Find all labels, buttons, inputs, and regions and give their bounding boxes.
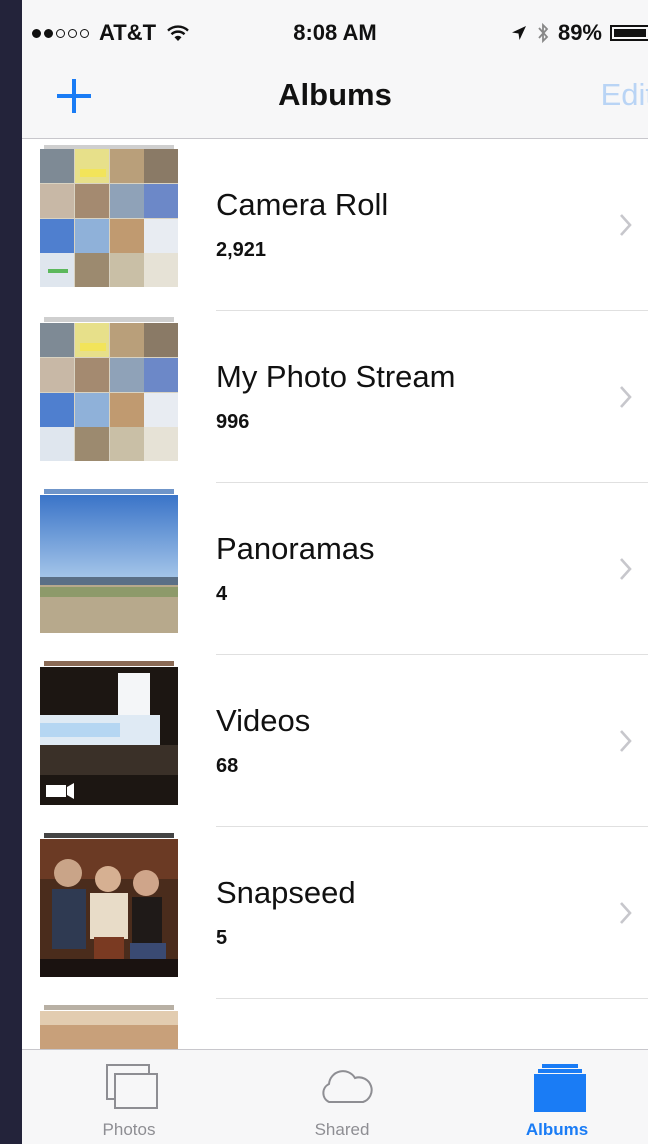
- photos-icon: [106, 1064, 158, 1109]
- album-count: 2,921: [216, 239, 267, 261]
- album-row-camera-roll[interactable]: Camera Roll 2,921: [22, 139, 648, 311]
- album-thumbnail: [40, 667, 178, 805]
- bluetooth-icon: [538, 22, 549, 44]
- album-title: Snapseed: [216, 875, 356, 910]
- battery-percent: 89%: [557, 20, 602, 45]
- album-count: 996: [216, 411, 250, 433]
- album-thumbnail: [40, 495, 178, 633]
- album-title: My Photo Stream: [216, 359, 456, 394]
- tab-label: Photos: [102, 1120, 156, 1139]
- tab-albums[interactable]: Albums: [487, 1050, 627, 1144]
- status-bar: AT&T 8:08 AM 89%: [22, 0, 648, 62]
- chevron-right-icon: [620, 558, 632, 580]
- album-count: 4: [216, 583, 228, 605]
- cloud-icon: [322, 1070, 373, 1103]
- album-title: Panoramas: [216, 531, 375, 566]
- tab-bar: Photos Shared Albums: [22, 1049, 648, 1144]
- tab-label: Albums: [525, 1120, 589, 1139]
- album-row-videos[interactable]: Videos 68: [22, 655, 648, 827]
- chevron-right-icon: [620, 386, 632, 408]
- chevron-right-icon: [620, 730, 632, 752]
- album-title: Videos: [216, 703, 311, 738]
- phone-screen: AT&T 8:08 AM 89% Albums Edit: [22, 0, 648, 1144]
- album-thumbnail: [40, 323, 178, 461]
- tab-label: Shared: [314, 1120, 370, 1139]
- navigation-bar: Albums Edit: [22, 62, 648, 139]
- chevron-right-icon: [620, 902, 632, 924]
- album-thumbnail: [40, 149, 178, 287]
- tab-photos[interactable]: Photos: [59, 1050, 199, 1144]
- album-title: Camera Roll: [216, 187, 389, 222]
- location-arrow-icon: [511, 26, 526, 40]
- edit-button[interactable]: Edit: [601, 77, 648, 113]
- album-row-my-photo-stream[interactable]: My Photo Stream 996: [22, 311, 648, 483]
- album-row-panoramas[interactable]: Panoramas 4: [22, 483, 648, 655]
- album-count: 5: [216, 927, 228, 949]
- albums-icon: [534, 1064, 586, 1112]
- page-title: Albums: [278, 77, 392, 112]
- battery-icon: [610, 25, 648, 41]
- chevron-right-icon: [620, 214, 632, 236]
- album-thumbnail: [40, 839, 178, 977]
- album-row-snapseed[interactable]: Snapseed 5: [22, 827, 648, 999]
- status-right: 89%: [510, 20, 648, 46]
- tab-shared[interactable]: Shared: [272, 1050, 412, 1144]
- album-count: 68: [216, 755, 239, 777]
